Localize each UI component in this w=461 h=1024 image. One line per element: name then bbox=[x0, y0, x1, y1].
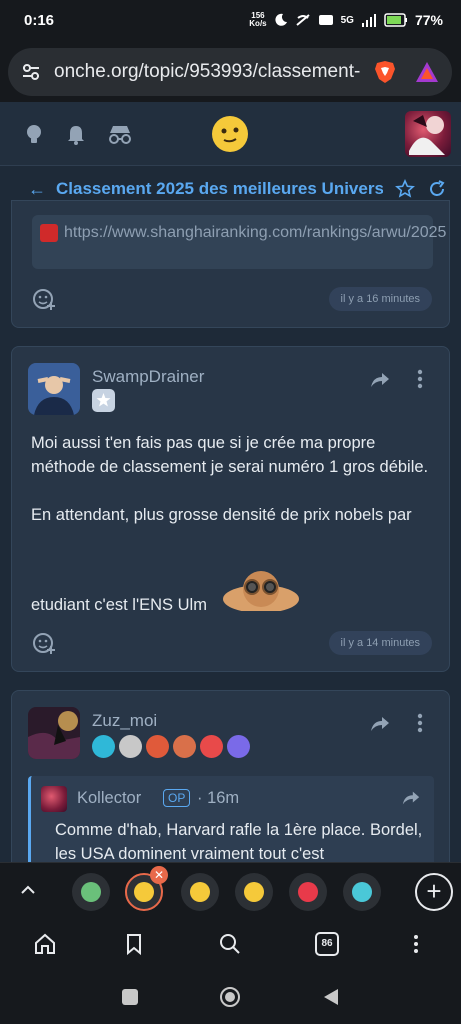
author-badges bbox=[92, 389, 115, 412]
back-triangle-icon[interactable] bbox=[322, 987, 340, 1007]
star-favorite-icon[interactable] bbox=[395, 179, 415, 199]
link-url[interactable]: https://www.shanghairanking.com/rankings… bbox=[64, 224, 446, 241]
add-reaction-icon[interactable] bbox=[32, 287, 56, 311]
menu-dots-icon[interactable] bbox=[404, 932, 428, 956]
tab-counter[interactable]: 86 bbox=[315, 932, 339, 956]
search-icon[interactable] bbox=[218, 932, 242, 956]
avatar-photo-icon bbox=[28, 707, 80, 759]
sticker-smiley[interactable] bbox=[181, 873, 219, 911]
post-card: https://www.shanghairanking.com/rankings… bbox=[11, 200, 450, 328]
avatar-image-icon bbox=[409, 115, 445, 155]
more-options-icon[interactable] bbox=[417, 713, 423, 733]
fire-badge-icon bbox=[146, 735, 169, 758]
home-icon[interactable] bbox=[33, 932, 57, 956]
link-preview[interactable]: https://www.shanghairanking.com/rankings… bbox=[32, 215, 446, 269]
post-card: Zuz_moi Kollector OP · 16m Comme d'hab, … bbox=[11, 690, 450, 891]
shanghairanking-favicon-icon bbox=[40, 224, 58, 242]
smiley-sticker-icon bbox=[134, 882, 154, 902]
url-text[interactable]: onche.org/topic/953993/classement- bbox=[54, 61, 364, 83]
post-paragraph: En attendant, plus grosse densité de pri… bbox=[31, 506, 412, 524]
address-bar[interactable]: onche.org/topic/953993/classement- bbox=[8, 48, 452, 96]
moon-badge-icon bbox=[227, 735, 250, 758]
battery-icon bbox=[384, 13, 407, 27]
sticker-tl[interactable] bbox=[289, 873, 327, 911]
site-settings-icon[interactable] bbox=[20, 61, 42, 83]
topic-title[interactable]: Classement 2025 des meilleures Universi bbox=[56, 179, 383, 199]
network-type: 5G bbox=[340, 14, 354, 26]
share-icon[interactable] bbox=[401, 788, 421, 808]
share-icon[interactable] bbox=[369, 713, 391, 735]
post-timestamp: il y a 14 minutes bbox=[328, 631, 432, 655]
brave-shields-icon[interactable] bbox=[372, 59, 398, 85]
smiley-logo-icon bbox=[221, 127, 239, 143]
sticker-chat[interactable] bbox=[343, 873, 381, 911]
back-arrow-icon[interactable]: ← bbox=[28, 179, 46, 200]
post-timestamp: il y a 16 minutes bbox=[328, 287, 432, 311]
post-card: SwampDrainer Moi aussi t'en fais pas que… bbox=[11, 346, 450, 672]
stars-badge-icon bbox=[92, 735, 115, 758]
site-logo[interactable] bbox=[212, 116, 248, 152]
op-badge: OP bbox=[163, 789, 191, 807]
add-sticker-button[interactable]: + bbox=[415, 873, 453, 911]
close-icon[interactable]: ✕ bbox=[150, 866, 168, 884]
refresh-icon[interactable] bbox=[427, 179, 447, 199]
browser-bottom-nav: 86 bbox=[0, 920, 461, 970]
smiley-sticker-icon bbox=[244, 882, 264, 902]
status-time: 0:16 bbox=[24, 11, 55, 29]
battery-percent: 77% bbox=[414, 12, 443, 28]
star-badge-icon bbox=[92, 389, 115, 412]
dnd-moon-icon bbox=[275, 13, 287, 26]
author-name[interactable]: Zuz_moi bbox=[92, 711, 157, 731]
frog-sticker-icon bbox=[81, 882, 101, 902]
author-badges bbox=[92, 735, 250, 758]
face-badge-icon bbox=[173, 735, 196, 758]
post-body: Moi aussi t'en fais pas que si je crée m… bbox=[31, 431, 441, 527]
bookmark-icon[interactable] bbox=[122, 932, 146, 956]
notification-bell-icon[interactable] bbox=[64, 122, 88, 146]
system-nav-bar bbox=[0, 970, 461, 1024]
quote-time: · 16m bbox=[197, 789, 240, 807]
author-avatar[interactable] bbox=[28, 363, 80, 415]
user-avatar[interactable] bbox=[405, 111, 451, 157]
post-paragraph: Moi aussi t'en fais pas que si je crée m… bbox=[31, 434, 429, 476]
chevron-up-icon[interactable] bbox=[18, 880, 38, 900]
sticker-smiley[interactable] bbox=[235, 873, 273, 911]
chat-sticker-icon bbox=[352, 882, 372, 902]
hamster-sticker-icon bbox=[222, 565, 300, 613]
status-icons: 156 Ko/s 5G 77% bbox=[249, 11, 443, 29]
author-avatar[interactable] bbox=[28, 707, 80, 759]
quote-author-name[interactable]: Kollector bbox=[77, 789, 141, 808]
tl-sticker-icon bbox=[298, 882, 318, 902]
more-options-icon[interactable] bbox=[417, 369, 423, 389]
author-name[interactable]: SwampDrainer bbox=[92, 367, 204, 387]
incognito-icon[interactable] bbox=[106, 122, 134, 146]
volte-icon bbox=[318, 15, 333, 25]
site-header bbox=[0, 102, 461, 166]
smiley-sticker-icon bbox=[190, 882, 210, 902]
chef-badge-icon bbox=[200, 735, 223, 758]
sticker-frog[interactable] bbox=[72, 873, 110, 911]
profile-badge-icon bbox=[119, 735, 142, 758]
wifi-calling-icon bbox=[295, 14, 310, 26]
signal-icon bbox=[361, 14, 376, 27]
avatar-photo-icon bbox=[28, 363, 80, 415]
browser-toolbar: onche.org/topic/953993/classement- bbox=[0, 40, 461, 102]
lightbulb-icon[interactable] bbox=[22, 122, 46, 146]
status-bar: 0:16 156 Ko/s 5G 77% bbox=[0, 0, 461, 40]
network-speed: 156 Ko/s bbox=[249, 11, 267, 28]
sticker-tray: ✕ + bbox=[0, 862, 461, 920]
share-icon[interactable] bbox=[369, 369, 391, 391]
quote-author-avatar[interactable] bbox=[41, 786, 67, 812]
quote-text: Comme d'hab, Harvard rafle la 1ère place… bbox=[55, 821, 423, 863]
brave-rewards-icon[interactable] bbox=[414, 59, 440, 85]
add-reaction-icon[interactable] bbox=[32, 631, 56, 655]
recents-icon[interactable] bbox=[121, 988, 139, 1006]
home-circle-icon[interactable] bbox=[219, 986, 241, 1008]
